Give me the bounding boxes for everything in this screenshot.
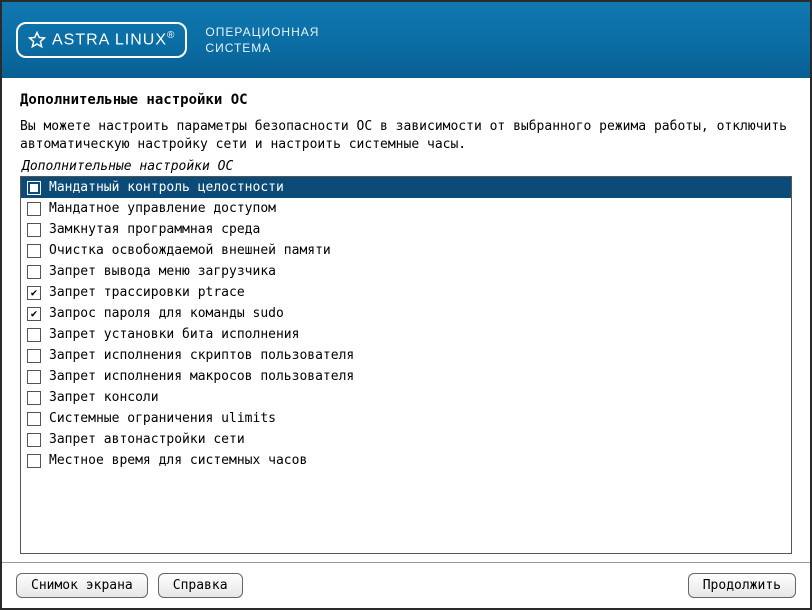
- page-title: Дополнительные настройки ОС: [20, 92, 792, 108]
- star-icon: [28, 31, 46, 49]
- option-label: Местное время для системных часов: [49, 453, 307, 468]
- option-label: Запрет исполнения скриптов пользователя: [49, 348, 354, 363]
- page-description: Вы можете настроить параметры безопаснос…: [20, 118, 792, 153]
- option-label: Запрос пароля для команды sudo: [49, 306, 284, 321]
- checkbox-icon[interactable]: [27, 328, 41, 342]
- option-row[interactable]: Запрет исполнения макросов пользователя: [21, 366, 791, 387]
- option-row[interactable]: Запрет исполнения скриптов пользователя: [21, 345, 791, 366]
- option-label: Запрет установки бита исполнения: [49, 327, 299, 342]
- footer-bar: Снимок экрана Справка Продолжить: [2, 562, 810, 608]
- option-label: Мандатное управление доступом: [49, 201, 276, 216]
- option-label: Замкнутая программная среда: [49, 222, 260, 237]
- continue-button[interactable]: Продолжить: [688, 573, 796, 598]
- option-row[interactable]: Запрет автонастройки сети: [21, 429, 791, 450]
- astra-logo: ASTRA LINUX®: [16, 22, 187, 57]
- header-bar: ASTRA LINUX® ОПЕРАЦИОННАЯ СИСТЕМА: [2, 2, 810, 78]
- content-area: Дополнительные настройки ОС Вы можете на…: [2, 78, 810, 562]
- checkbox-icon[interactable]: [27, 286, 41, 300]
- option-row[interactable]: Системные ограничения ulimits: [21, 408, 791, 429]
- option-row[interactable]: Мандатный контроль целостности: [21, 177, 791, 198]
- checkbox-icon[interactable]: [27, 349, 41, 363]
- checkbox-icon[interactable]: [27, 202, 41, 216]
- option-row[interactable]: Запрет установки бита исполнения: [21, 324, 791, 345]
- option-row[interactable]: Запрос пароля для команды sudo: [21, 303, 791, 324]
- checkbox-icon[interactable]: [27, 223, 41, 237]
- checkbox-icon[interactable]: [27, 433, 41, 447]
- options-list: Мандатный контроль целостности Мандатное …: [20, 176, 792, 554]
- checkbox-icon[interactable]: [27, 412, 41, 426]
- option-row[interactable]: Очистка освобождаемой внешней памяти: [21, 240, 791, 261]
- screenshot-button[interactable]: Снимок экрана: [16, 573, 148, 598]
- option-row[interactable]: Запрет трассировки ptrace: [21, 282, 791, 303]
- checkbox-icon[interactable]: [27, 244, 41, 258]
- checkbox-icon[interactable]: [27, 181, 41, 195]
- help-button[interactable]: Справка: [158, 573, 243, 598]
- option-label: Запрет исполнения макросов пользователя: [49, 369, 354, 384]
- logo-text: ASTRA LINUX®: [52, 30, 175, 49]
- option-label: Запрет вывода меню загрузчика: [49, 264, 276, 279]
- checkbox-icon[interactable]: [27, 454, 41, 468]
- option-row[interactable]: Местное время для системных часов: [21, 450, 791, 471]
- checkbox-icon[interactable]: [27, 307, 41, 321]
- option-row[interactable]: Запрет вывода меню загрузчика: [21, 261, 791, 282]
- option-label: Запрет консоли: [49, 390, 159, 405]
- option-label: Очистка освобождаемой внешней памяти: [49, 243, 331, 258]
- header-caption: ОПЕРАЦИОННАЯ СИСТЕМА: [205, 24, 319, 56]
- option-label: Системные ограничения ulimits: [49, 411, 276, 426]
- option-row[interactable]: Замкнутая программная среда: [21, 219, 791, 240]
- option-row[interactable]: Запрет консоли: [21, 387, 791, 408]
- checkbox-icon[interactable]: [27, 370, 41, 384]
- checkbox-icon[interactable]: [27, 265, 41, 279]
- option-label: Запрет трассировки ptrace: [49, 285, 245, 300]
- installer-window: ASTRA LINUX® ОПЕРАЦИОННАЯ СИСТЕМА Дополн…: [0, 0, 812, 610]
- option-label: Запрет автонастройки сети: [49, 432, 245, 447]
- option-label: Мандатный контроль целостности: [49, 180, 284, 195]
- section-label: Дополнительные настройки ОС: [20, 159, 792, 174]
- option-row[interactable]: Мандатное управление доступом: [21, 198, 791, 219]
- checkbox-icon[interactable]: [27, 391, 41, 405]
